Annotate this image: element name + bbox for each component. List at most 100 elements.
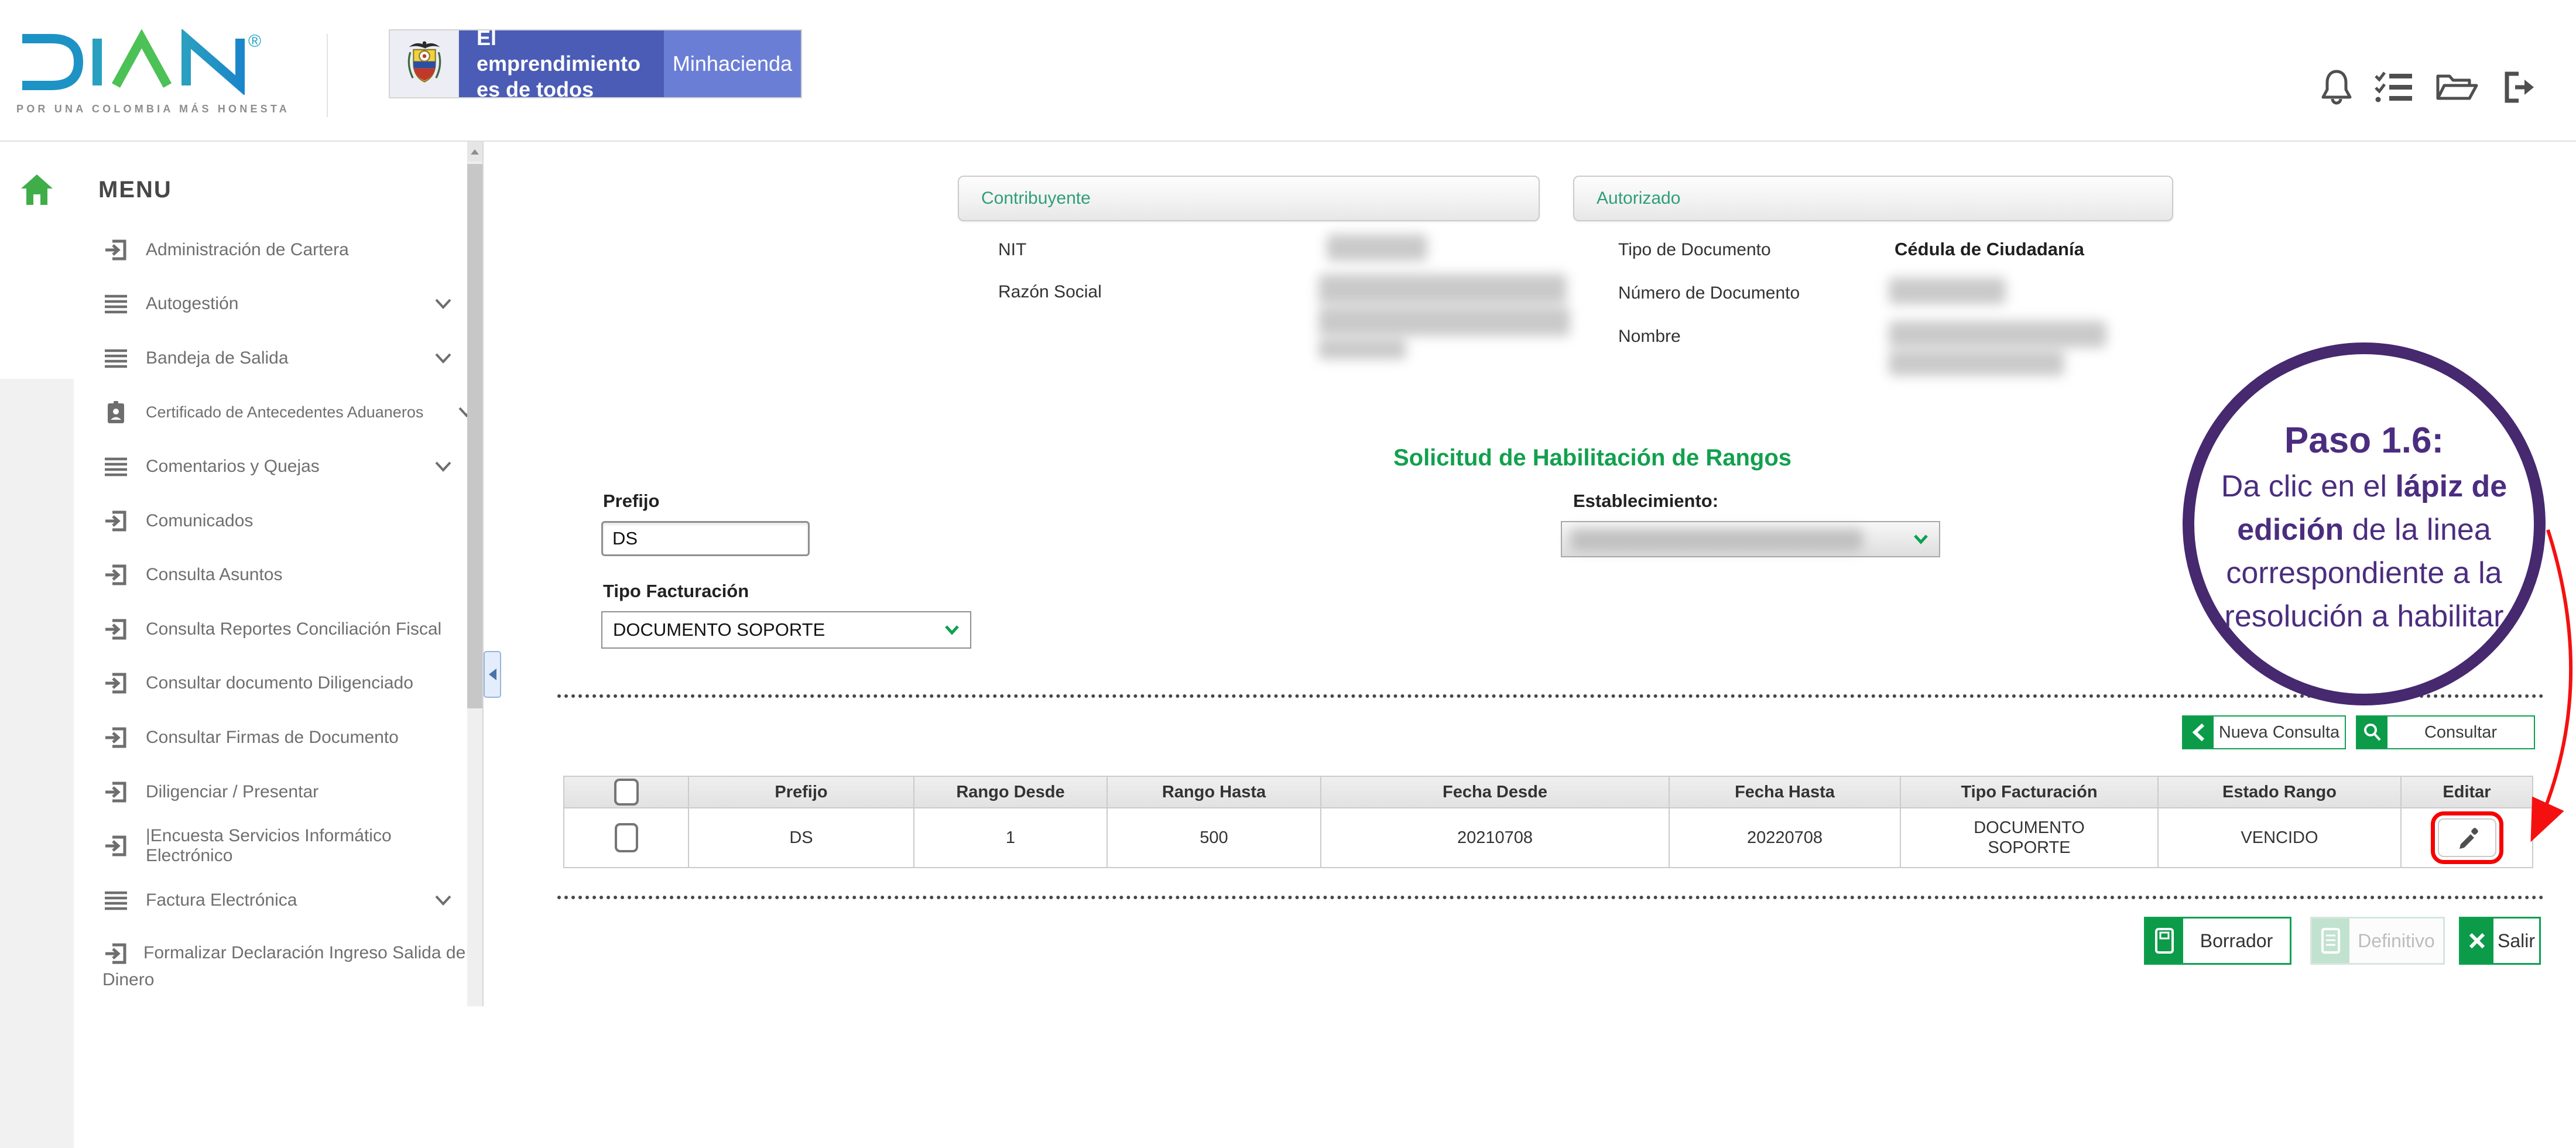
- sidebar-scrollbar-thumb[interactable]: [467, 164, 482, 708]
- sidebar-item-consulta-asuntos[interactable]: Consulta Asuntos: [0, 548, 481, 602]
- dian-logo: ®: [15, 29, 308, 98]
- sidebar-item-label: Comentarios y Quejas: [146, 457, 320, 477]
- cell-prefijo: DS: [688, 808, 914, 868]
- nombre-value-redacted: [1889, 321, 2106, 348]
- sidebar-item-factura-electronica[interactable]: Factura Electrónica: [0, 873, 481, 927]
- sidebar-item-certificado-antecedentes[interactable]: Certificado de Antecedentes Aduaneros: [0, 385, 481, 439]
- tipo-documento-label: Tipo de Documento: [1618, 240, 1771, 260]
- bell-icon[interactable]: [2320, 68, 2354, 107]
- sidebar-item-label: Diligenciar / Presentar: [146, 782, 318, 802]
- numero-documento-value-redacted: [1889, 277, 2006, 304]
- borrador-button[interactable]: Borrador: [2144, 917, 2291, 965]
- sidebar-item-label: Factura Electrónica: [146, 890, 297, 910]
- sidebar-item-consultar-firmas[interactable]: Consultar Firmas de Documento: [0, 711, 481, 765]
- sidebar-item-comentarios-y-quejas[interactable]: Comentarios y Quejas: [0, 440, 481, 494]
- select-all-checkbox[interactable]: [614, 779, 639, 806]
- banner-slogan: El emprendimiento es de todos: [459, 30, 664, 97]
- task-list-icon[interactable]: [2373, 69, 2414, 105]
- colombia-coat-of-arms-icon: [390, 30, 459, 97]
- sign-out-icon[interactable]: [2499, 69, 2537, 105]
- menu-lines-icon: [102, 290, 129, 317]
- enter-box-icon: [102, 508, 129, 534]
- salir-button[interactable]: Salir: [2459, 917, 2541, 965]
- scrollbar-up-arrow[interactable]: [467, 142, 482, 162]
- establecimiento-value-redacted: [1570, 529, 1863, 551]
- prefijo-label: Prefijo: [603, 491, 659, 512]
- contribuyente-title: Contribuyente: [981, 189, 1091, 208]
- col-header-tipo-facturacion: Tipo Facturación: [1900, 776, 2158, 808]
- divider-dotted-top: [557, 694, 2544, 698]
- menu-lines-icon: [102, 887, 129, 914]
- sidebar-item-label: Consulta Reportes Conciliación Fiscal: [146, 619, 441, 639]
- sidebar-divider: [482, 142, 484, 1006]
- nueva-consulta-label: Nueva Consulta: [2214, 717, 2345, 748]
- nombre-label: Nombre: [1618, 327, 1681, 347]
- sidebar-collapse-handle[interactable]: [484, 651, 501, 698]
- sidebar-item-label: Consultar documento Diligenciado: [146, 673, 413, 693]
- tipo-facturacion-select[interactable]: DOCUMENTO SOPORTE: [601, 611, 971, 649]
- nombre-value-redacted: [1889, 350, 2064, 376]
- home-icon[interactable]: [20, 173, 54, 206]
- nueva-consulta-button[interactable]: Nueva Consulta: [2182, 715, 2346, 749]
- sidebar-item-consultar-documento[interactable]: Consultar documento Diligenciado: [0, 656, 481, 710]
- nit-value-redacted: [1327, 234, 1427, 261]
- enter-box-icon: [102, 779, 129, 806]
- sidebar-item-label: Comunicados: [146, 511, 253, 531]
- cell-estado-rango: VENCIDO: [2158, 808, 2401, 868]
- search-icon: [2357, 717, 2387, 748]
- checklist-document-icon: [2312, 919, 2349, 963]
- chevron-down-icon: [434, 895, 452, 906]
- col-header-rango-desde: Rango Desde: [914, 776, 1107, 808]
- col-header-fecha-hasta: Fecha Hasta: [1669, 776, 1900, 808]
- banner-slogan-line1: El emprendimiento: [477, 25, 664, 77]
- sidebar-item-label: Autogestión: [146, 294, 238, 314]
- sidebar-item-administracion-de-cartera[interactable]: Administración de Cartera: [0, 223, 481, 277]
- open-folder-icon[interactable]: [2434, 69, 2479, 105]
- prefijo-input[interactable]: [601, 521, 810, 556]
- nit-label: NIT: [998, 240, 1026, 260]
- top-right-icons: [2320, 68, 2537, 107]
- col-header-fecha-desde: Fecha Desde: [1321, 776, 1669, 808]
- table-header-row: Prefijo Rango Desde Rango Hasta Fecha De…: [564, 776, 2533, 808]
- sidebar-item-label: Bandeja de Salida: [146, 348, 289, 368]
- row-checkbox[interactable]: [615, 823, 638, 852]
- registered-mark: ®: [248, 32, 261, 51]
- cell-tipo-facturacion: DOCUMENTO SOPORTE: [1900, 808, 2158, 868]
- sidebar-item-autogestion[interactable]: Autogestión: [0, 277, 481, 331]
- table-row: DS 1 500 20210708 20220708 DOCUMENTO SOP…: [564, 808, 2533, 868]
- divider-dotted-bottom: [557, 896, 2544, 899]
- sidebar-item-formalizar-declaracion[interactable]: Formalizar Declaración Ingreso Salida de…: [0, 934, 481, 993]
- menu-title: MENU: [98, 177, 172, 203]
- razon-social-value-redacted: [1318, 338, 1406, 359]
- chevron-down-icon: [1913, 534, 1928, 544]
- sidebar-item-label: Formalizar Declaración Ingreso Salida de…: [102, 943, 465, 989]
- sidebar-item-label: Consultar Firmas de Documento: [146, 728, 399, 748]
- logo-divider: [327, 34, 328, 117]
- sidebar-item-label: Consulta Asuntos: [146, 565, 282, 585]
- sidebar-item-label: Administración de Cartera: [146, 240, 349, 260]
- sidebar-item-comunicados[interactable]: Comunicados: [0, 494, 481, 548]
- enter-box-icon: [102, 724, 129, 751]
- cell-rango-hasta: 500: [1107, 808, 1321, 868]
- dian-logo-graphic: ®: [15, 29, 308, 95]
- sidebar-item-encuesta-servicios[interactable]: |Encuesta Servicios Informático Electrón…: [0, 819, 481, 873]
- cell-rango-desde: 1: [914, 808, 1107, 868]
- page-title: Solicitud de Habilitación de Rangos: [1335, 445, 1850, 471]
- menu-lines-icon: [102, 453, 129, 480]
- tipo-documento-value: Cédula de Ciudadanía: [1895, 239, 2084, 260]
- definitivo-button[interactable]: Definitivo: [2310, 917, 2445, 965]
- sidebar-item-diligenciar-presentar[interactable]: Diligenciar / Presentar: [0, 765, 481, 819]
- banner-slogan-line2: es de todos: [477, 77, 664, 102]
- select-all-header-cell: [564, 776, 688, 808]
- salir-label: Salir: [2493, 919, 2539, 963]
- establecimiento-label: Establecimiento:: [1573, 491, 1718, 512]
- establecimiento-select[interactable]: [1561, 521, 1940, 557]
- sidebar-item-bandeja-de-salida[interactable]: Bandeja de Salida: [0, 331, 481, 385]
- row-select-cell: [564, 808, 688, 868]
- dian-tagline: POR UNA COLOMBIA MÁS HONESTA: [16, 103, 321, 115]
- col-header-prefijo: Prefijo: [688, 776, 914, 808]
- sidebar-item-consulta-reportes[interactable]: Consulta Reportes Conciliación Fiscal: [0, 602, 481, 656]
- sidebar-item-label: Certificado de Antecedentes Aduaneros: [146, 403, 423, 421]
- sidebar-item-label: |Encuesta Servicios Informático Electrón…: [146, 826, 481, 866]
- col-header-rango-hasta: Rango Hasta: [1107, 776, 1321, 808]
